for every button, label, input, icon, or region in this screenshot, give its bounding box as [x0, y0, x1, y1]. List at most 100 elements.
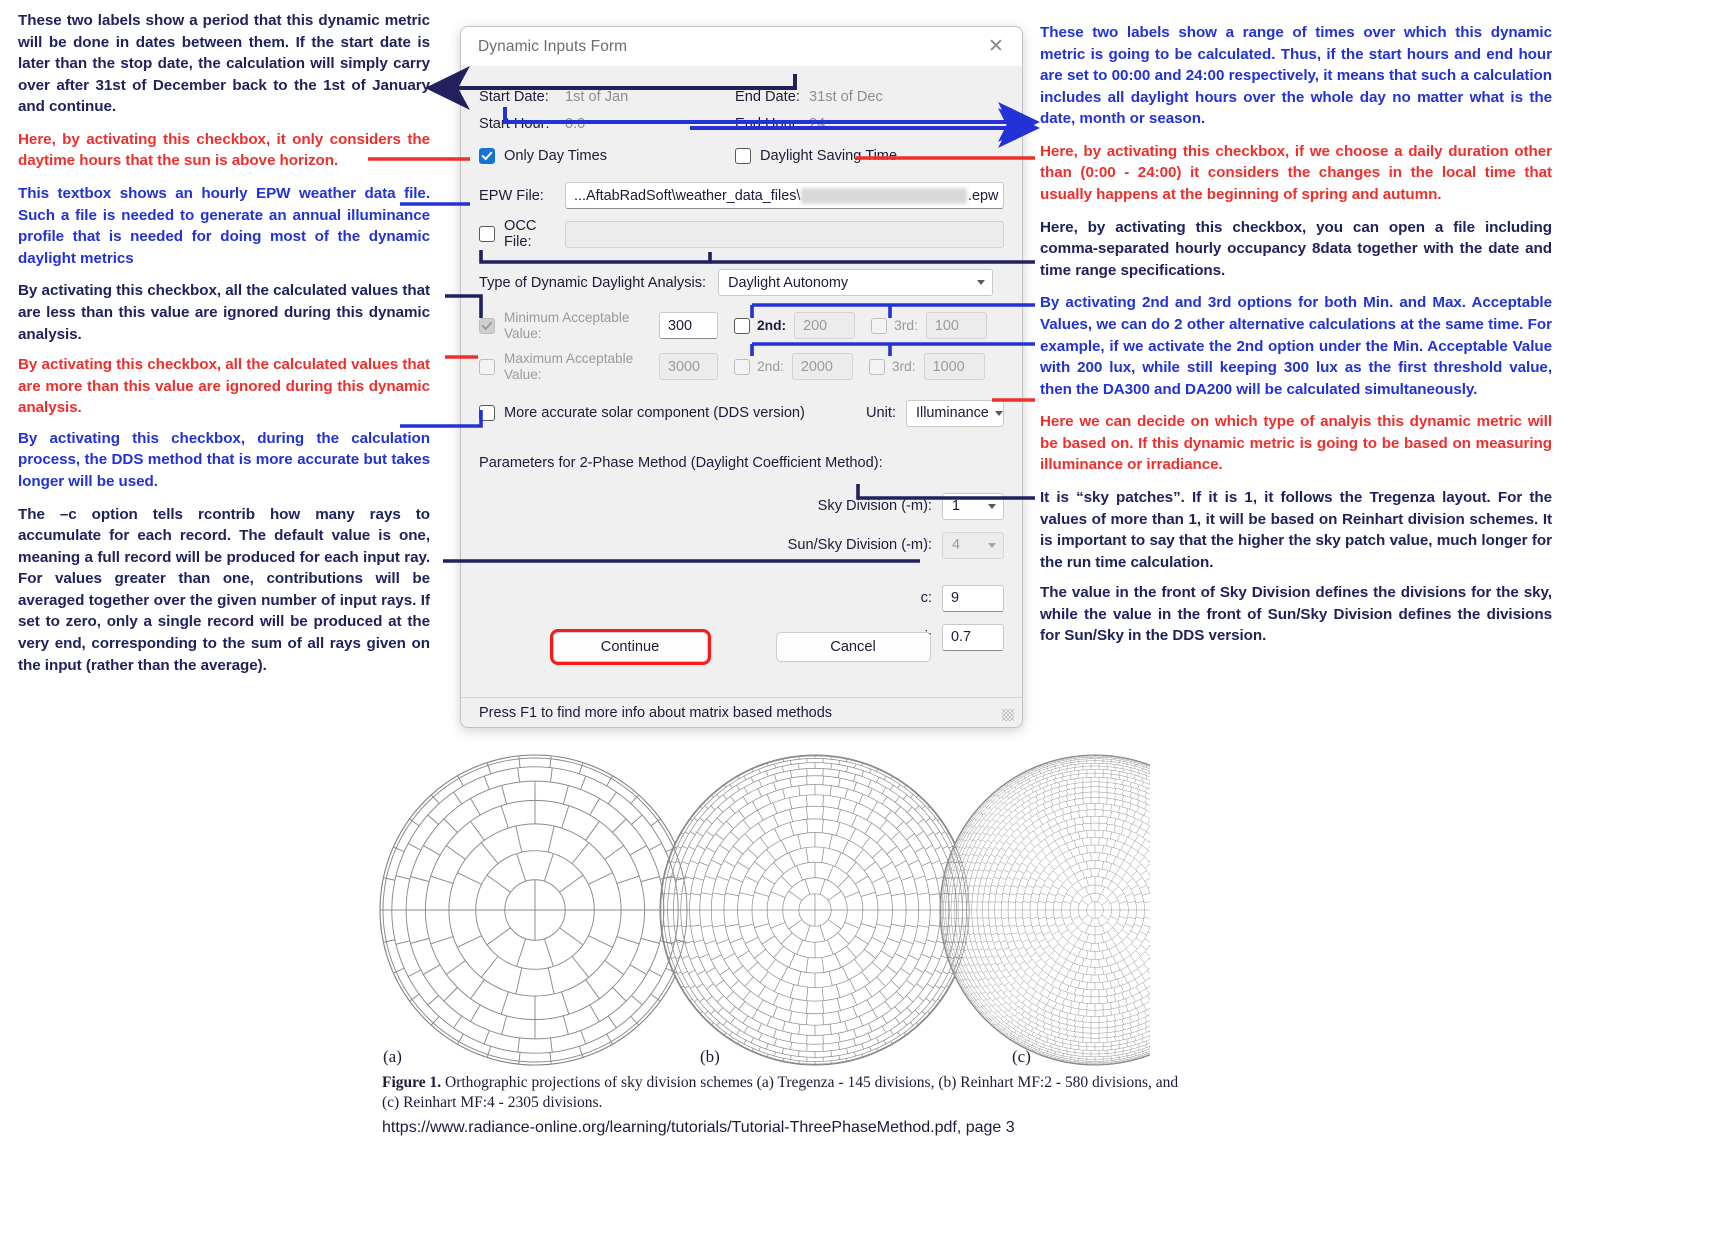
c-input[interactable]: 9 — [942, 584, 1004, 612]
annotation-c-option: The –c option tells rcontrib how many ra… — [18, 505, 430, 674]
annotation-occ-file: Here, by activating this checkbox, you c… — [1040, 218, 1552, 279]
min-value-input[interactable]: 300 — [659, 312, 718, 340]
unit-select[interactable]: Illuminance — [906, 399, 1004, 427]
sky-division-label: Sky Division (-m): — [817, 498, 932, 514]
occ-file-checkbox[interactable]: OCC File: — [479, 218, 565, 250]
max-3rd-input[interactable]: 1000 — [923, 353, 985, 381]
min-acceptable-checkbox[interactable] — [479, 317, 495, 334]
dialog-form-body: Start Date: 1st of Jan End Date: 31st of… — [461, 67, 1022, 704]
c-label: c: — [920, 590, 932, 606]
only-day-times-checkbox[interactable]: Only Day Times — [479, 148, 735, 164]
max-2nd-group: 2nd: 2000 — [734, 353, 853, 381]
annotation-dds-method: By activating this checkbox, during the … — [18, 429, 430, 490]
dds-label: More accurate solar component (DDS versi… — [504, 405, 805, 421]
end-date-label: End Date: — [735, 89, 800, 105]
annotation-2nd-3rd-options: By activating 2nd and 3rd options for bo… — [1040, 294, 1552, 398]
max-3rd-group: 3rd: 1000 — [868, 353, 985, 381]
annotation-date-period: These two labels show a period that this… — [18, 12, 430, 116]
sky-division-value: 1 — [952, 498, 961, 514]
min-2nd-checkbox[interactable] — [734, 317, 750, 334]
max-value-input[interactable]: 3000 — [659, 353, 718, 381]
annotation-unit-type: Here we can decide on which type of anal… — [1040, 413, 1552, 474]
min-3rd-input[interactable]: 100 — [925, 312, 987, 340]
only-day-times-label: Only Day Times — [504, 148, 607, 164]
annotation-sky-patches: It is “sky patches”. If it is 1, it foll… — [1040, 488, 1552, 571]
max-2nd-checkbox[interactable] — [734, 358, 750, 375]
sun-sky-division-label: Sun/Sky Division (-m): — [787, 537, 932, 553]
chevron-down-icon — [988, 542, 996, 548]
left-annotations: These two labels show a period that this… — [18, 10, 430, 687]
max-2nd-input[interactable]: 2000 — [791, 353, 853, 381]
checkbox-icon — [479, 148, 495, 164]
chevron-down-icon — [988, 503, 996, 509]
sky-division-row: Sky Division (-m): 1 — [479, 492, 1004, 520]
dds-row: More accurate solar component (DDS versi… — [479, 399, 1004, 427]
figure-label-c: (c) — [1012, 1047, 1031, 1066]
checkbox-row: Only Day Times Daylight Saving Time — [479, 148, 1004, 164]
max-acceptable-checkbox[interactable] — [479, 358, 495, 375]
continue-button[interactable]: Continue — [549, 629, 711, 665]
sun-sky-division-row: Sun/Sky Division (-m): 4 — [479, 531, 1004, 559]
min-acceptable-label: Minimum Acceptable Value: — [504, 310, 630, 341]
occ-file-input[interactable] — [565, 220, 1004, 248]
resize-grip-icon[interactable] — [1002, 709, 1014, 721]
start-date-value[interactable]: 1st of Jan — [565, 89, 735, 105]
analysis-type-select[interactable]: Daylight Autonomy — [718, 269, 994, 296]
epw-file-label: EPW File: — [479, 187, 544, 204]
chevron-down-icon — [977, 280, 986, 285]
dialog-statusbar: Press F1 to find more info about matrix … — [461, 697, 1022, 727]
checkbox-icon — [479, 226, 495, 242]
max-3rd-checkbox[interactable] — [868, 358, 885, 375]
occ-file-label: OCC File: — [504, 218, 537, 250]
start-end-hour-row: Start Hour: 0.0 End Hour: 24 — [479, 116, 1004, 132]
analysis-type-value: Daylight Autonomy — [728, 274, 849, 291]
min-3rd-label: 3rd: — [894, 318, 918, 334]
min-3rd-group: 3rd: 100 — [871, 312, 987, 340]
dds-checkbox[interactable]: More accurate solar component (DDS versi… — [479, 405, 805, 421]
epw-file-input[interactable]: ...AftabRadSoft\weather_data_files\SWE_S… — [565, 182, 1004, 209]
epw-file-row: EPW File: ...AftabRadSoft\weather_data_f… — [479, 182, 1004, 209]
dynamic-inputs-dialog: Dynamic Inputs Form ✕ Start Date: 1st of… — [460, 26, 1023, 728]
chevron-down-icon — [994, 410, 1003, 416]
daylight-saving-label: Daylight Saving Time — [760, 148, 898, 164]
daylight-saving-checkbox[interactable]: Daylight Saving Time — [735, 148, 897, 164]
start-date-label: Start Date: — [479, 89, 549, 105]
close-icon[interactable]: ✕ — [976, 32, 1016, 62]
end-date-value[interactable]: 31st of Dec — [809, 89, 883, 105]
start-hour-label: Start Hour: — [479, 116, 550, 132]
figure-caption-text: Orthographic projections of sky division… — [382, 1074, 1179, 1112]
cancel-button[interactable]: Cancel — [775, 632, 931, 662]
epw-path-suffix: .epw — [967, 187, 999, 204]
annotation-hour-range: These two labels show a range of times o… — [1040, 24, 1552, 128]
epw-path-prefix: ...AftabRadSoft\weather_data_files\ — [574, 187, 801, 204]
min-2nd-label: 2nd: — [757, 318, 787, 334]
max-acceptable-label: Maximum Acceptable Value: — [504, 351, 634, 382]
min-3rd-checkbox[interactable] — [871, 317, 888, 334]
annotation-sky-division-values: The value in the front of Sky Division d… — [1040, 584, 1552, 645]
analysis-type-label: Type of Dynamic Daylight Analysis: — [479, 274, 707, 291]
end-hour-value[interactable]: 24 — [809, 116, 825, 132]
dialog-titlebar: Dynamic Inputs Form ✕ — [461, 27, 1022, 67]
max-2nd-label: 2nd: — [757, 359, 784, 375]
sky-division-select[interactable]: 1 — [942, 492, 1004, 520]
c-param-row: c: 9 — [479, 584, 1004, 612]
figure-label-a: (a) — [383, 1047, 402, 1066]
checkbox-icon — [479, 405, 495, 421]
params-header: Parameters for 2-Phase Method (Daylight … — [479, 454, 883, 471]
sun-sky-division-select[interactable]: 4 — [942, 531, 1004, 559]
min-2nd-input[interactable]: 200 — [794, 312, 856, 340]
max-3rd-label: 3rd: — [891, 359, 916, 375]
unit-label: Unit: — [865, 405, 896, 421]
start-hour-value[interactable]: 0.0 — [565, 116, 735, 132]
sun-sky-division-value: 4 — [952, 537, 961, 553]
start-end-date-row: Start Date: 1st of Jan End Date: 31st of… — [479, 89, 1004, 105]
dialog-title: Dynamic Inputs Form — [478, 37, 628, 55]
analysis-type-row: Type of Dynamic Daylight Analysis: Dayli… — [479, 269, 1004, 296]
unit-value: Illuminance — [916, 405, 989, 421]
epw-path-redacted: SWE_Stockholm_Arlanda — [801, 187, 967, 204]
sky-division-figures — [379, 754, 1150, 1066]
max-acceptable-row: Maximum Acceptable Value: 3000 2nd: 2000… — [479, 351, 1004, 382]
annotation-max-value: By activating this checkbox, all the cal… — [18, 356, 430, 417]
annotation-epw-file: This textbox shows an hourly EPW weather… — [18, 185, 430, 267]
annotation-daylight-saving: Here, by activating this checkbox, if we… — [1040, 142, 1552, 204]
